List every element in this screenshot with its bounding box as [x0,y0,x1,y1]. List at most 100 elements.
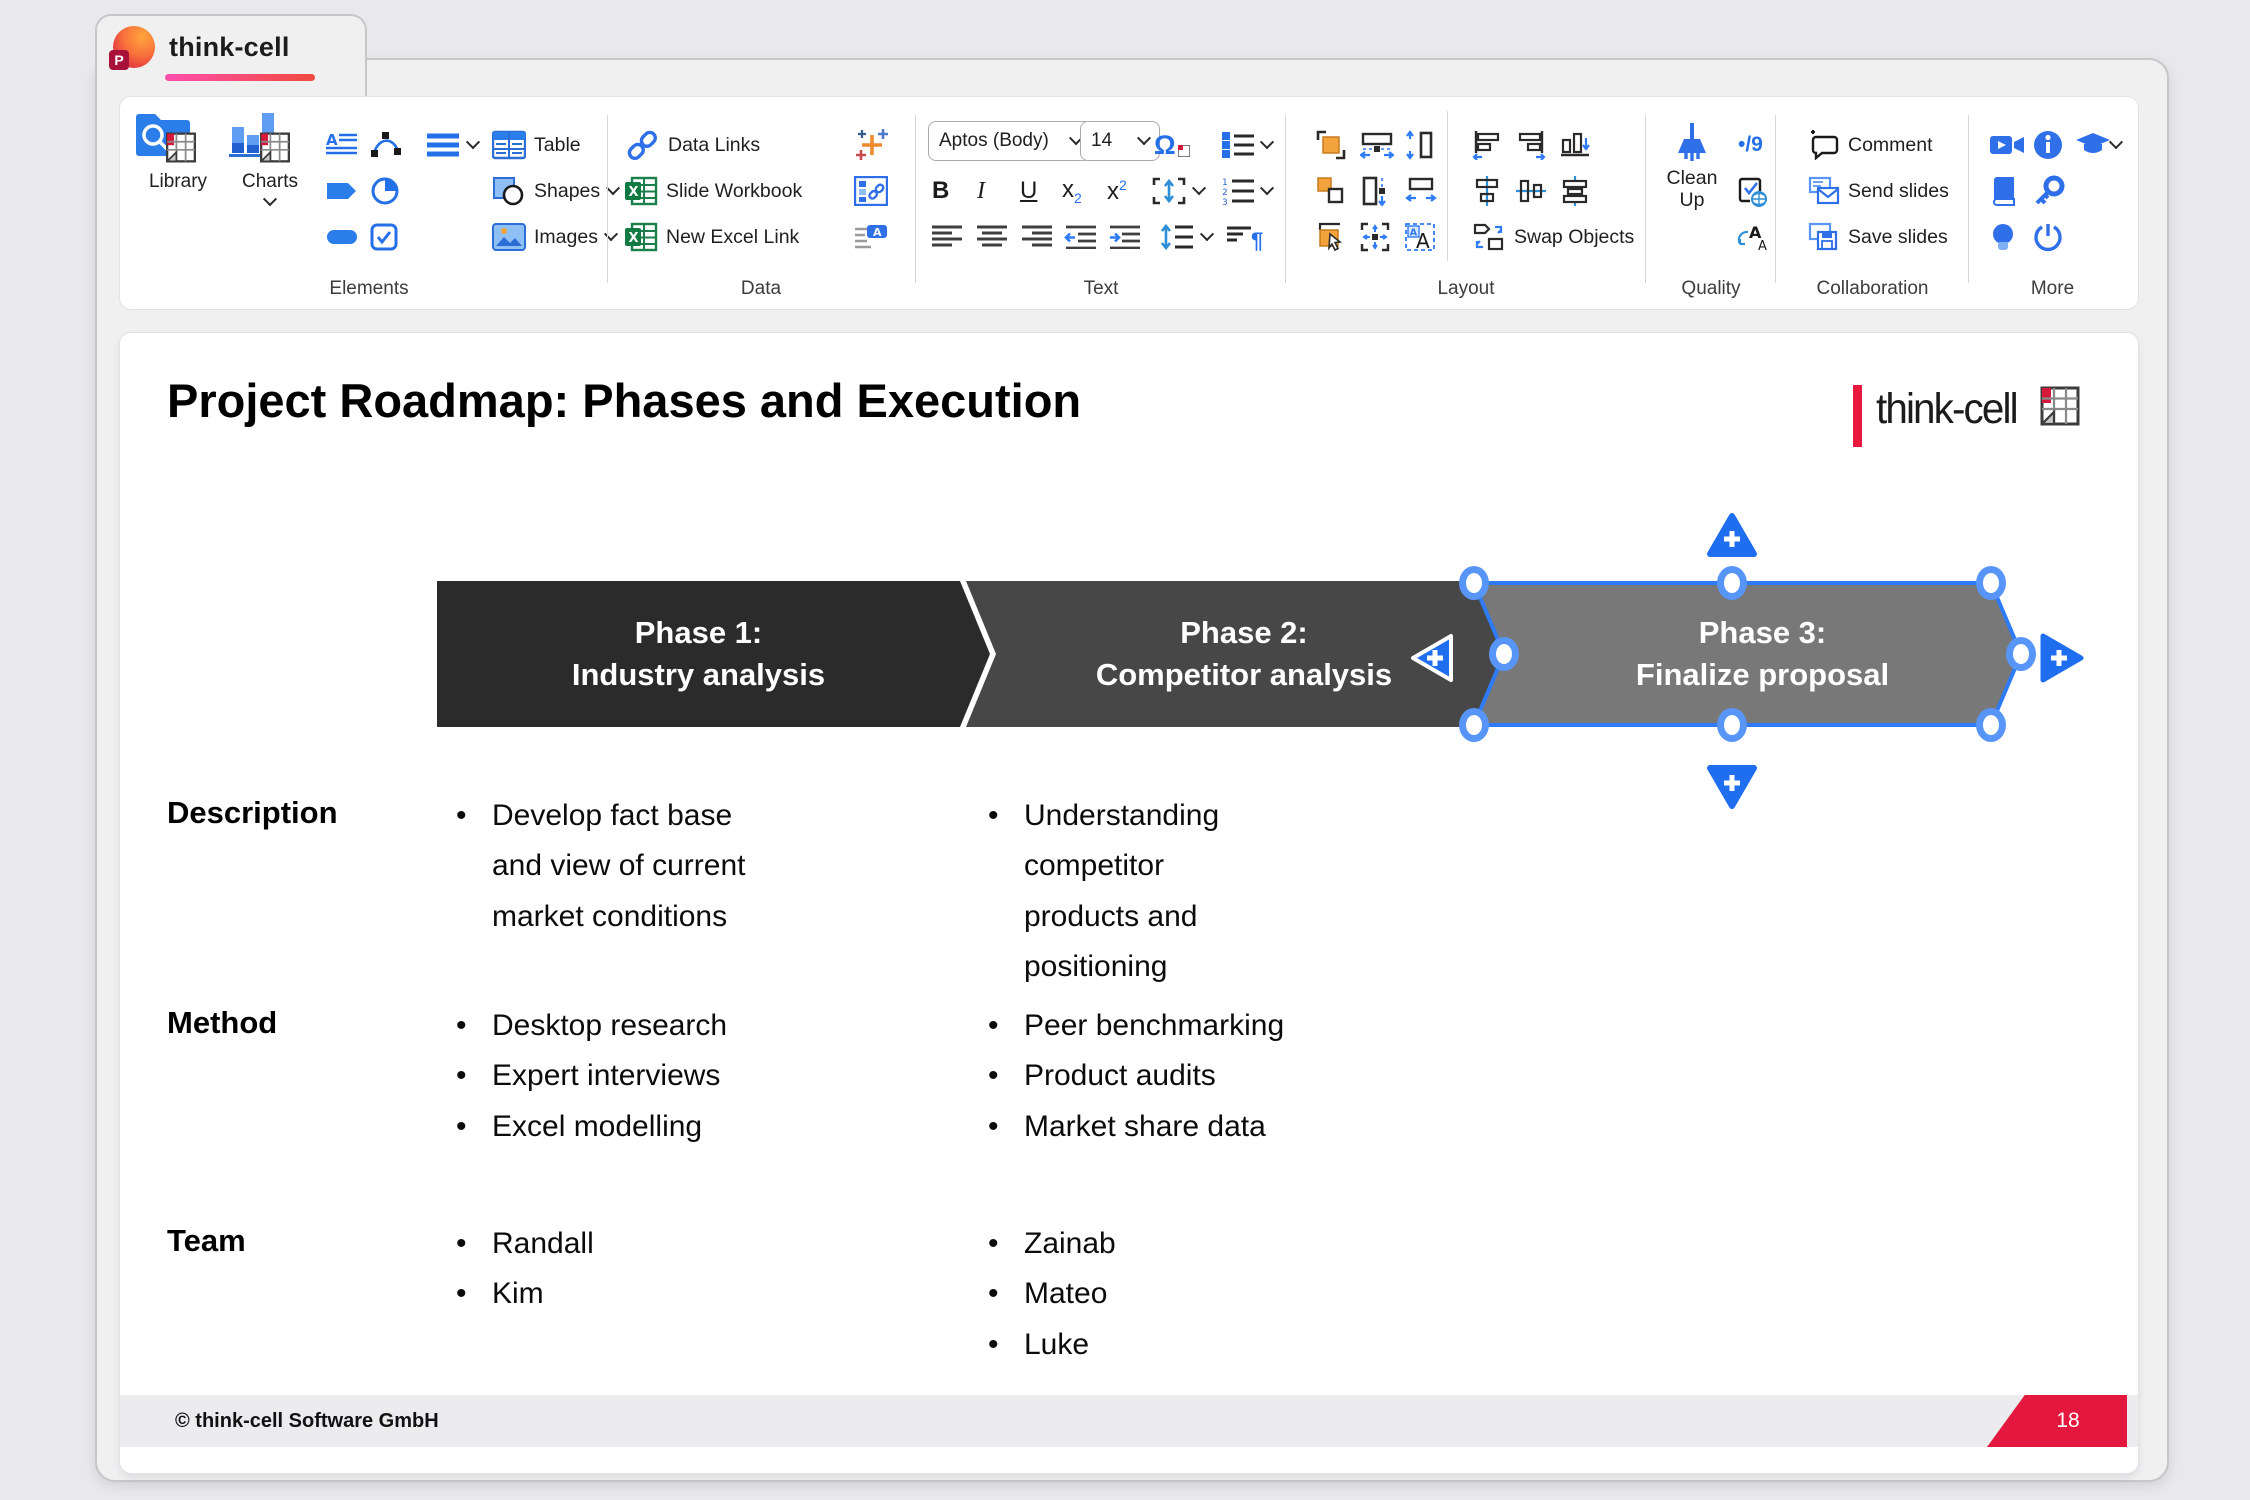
align-right-button[interactable] [1020,219,1052,255]
align-left-edges-button[interactable] [1472,127,1502,163]
pen-button[interactable] [370,127,402,163]
bold-button[interactable]: B [932,173,949,209]
row-label-description[interactable]: Description [167,795,338,831]
align-bottom-button[interactable] [1560,127,1590,163]
comment-button[interactable]: Comment [1808,127,1933,163]
charts-dropdown-chevron[interactable] [263,192,277,206]
tab-title: think-cell [169,32,290,63]
swap-objects-button[interactable]: Swap Objects [1472,219,1634,255]
phase-3-shape[interactable]: Phase 3: Finalize proposal [1472,579,2023,729]
fit-column-button[interactable] [1360,173,1394,209]
description-phase2-list[interactable]: Understanding competitor products and po… [982,791,1272,993]
clean-up-button[interactable]: Clean Up [1650,121,1734,212]
align-middle-v-button[interactable] [1516,173,1546,209]
indent-button[interactable] [1108,219,1142,255]
library-button[interactable]: Library [132,105,224,193]
bullet-list-button[interactable] [1222,127,1272,163]
copyright-text: © think-cell Software GmbH [175,1395,439,1447]
pie-button[interactable] [370,173,400,209]
row-label-team[interactable]: Team [167,1223,246,1259]
stretch-horizontal-button[interactable] [1404,173,1438,209]
distribute-button[interactable] [1560,173,1590,209]
selection-handle-bottom-mid[interactable] [1717,708,1747,742]
logo-red-bar [1853,385,1862,447]
align-center-button[interactable] [976,219,1008,255]
checkbox-button[interactable] [370,219,398,255]
proofing-button[interactable] [1736,173,1768,209]
send-slides-button[interactable]: Send slides [1808,173,1949,209]
textbox-button[interactable]: A A [1404,219,1436,255]
align-center-h-button[interactable] [1472,173,1502,209]
about-button[interactable] [2033,127,2063,163]
selection-handle-mid-left[interactable] [1489,637,1519,671]
text-box-button[interactable]: A [326,127,358,163]
video-tutorials-button[interactable] [1989,127,2025,163]
insert-left-button[interactable] [1408,631,1458,685]
insert-below-button[interactable] [1705,761,1759,811]
translate-button[interactable]: A A [1736,219,1770,255]
decimals-button[interactable]: •/9 [1738,127,1763,163]
underline-button[interactable]: U [1020,173,1037,209]
phase-1-shape[interactable]: Phase 1: Industry analysis [437,581,990,727]
selection-handle-top-left[interactable] [1459,566,1489,600]
user-manual-button[interactable] [1989,173,2019,209]
insert-above-button[interactable] [1705,511,1759,561]
method-phase1-list[interactable]: Desktop research Expert interviews Excel… [450,1001,810,1152]
rounded-rectangle-button[interactable] [326,219,358,255]
table-button[interactable]: Table [492,127,581,163]
selection-handle-mid-right[interactable] [2006,637,2036,671]
slide-workbook-button[interactable]: X Slide Workbook [624,173,802,209]
align-left-button[interactable] [932,219,964,255]
training-button[interactable] [2075,127,2111,163]
text-field-button[interactable]: A [854,219,888,255]
deactivate-button[interactable] [2033,219,2063,255]
agenda-button[interactable] [426,127,478,163]
line-spacing-button[interactable] [1160,219,1212,255]
row-label-method[interactable]: Method [167,1005,277,1041]
font-spacing-button[interactable] [1152,173,1204,209]
team-phase2-list[interactable]: Zainab Mateo Luke [982,1219,1342,1370]
license-key-button[interactable] [2033,173,2065,209]
font-select[interactable]: Aptos (Body) [928,123,1092,159]
distribute-icon [1560,176,1590,206]
superscript-button[interactable]: x2 [1107,173,1127,209]
move-button[interactable] [1360,219,1390,255]
font-size-select[interactable]: 14 [1080,123,1160,159]
process-button[interactable] [326,173,358,209]
team-phase1-list[interactable]: Randall Kim [450,1219,810,1320]
charts-button[interactable]: Charts [226,105,314,207]
tips-button[interactable] [1989,219,2017,255]
paragraph-button[interactable]: ¶ [1227,219,1263,255]
slide-canvas[interactable]: Project Roadmap: Phases and Execution th… [119,332,2139,1474]
workbook-link-button[interactable] [854,173,888,209]
method-phase2-list[interactable]: Peer benchmarking Product audits Market … [982,1001,1342,1152]
select-button[interactable] [1316,219,1346,255]
order-button[interactable] [1316,173,1346,209]
shapes-icon [492,176,526,206]
subscript-button[interactable]: x2 [1062,173,1082,209]
position-button[interactable] [1316,127,1346,163]
save-slides-button[interactable]: Save slides [1808,219,1948,255]
fit-height-button[interactable] [1404,127,1434,163]
selection-handle-bottom-right[interactable] [1976,708,2006,742]
data-links-button[interactable]: Data Links [624,127,760,163]
italic-button[interactable]: I [977,173,985,209]
new-excel-link-button[interactable]: X New Excel Link [624,219,799,255]
description-phase1-list[interactable]: Develop fact base and view of current ma… [450,791,770,942]
images-button[interactable]: Images [492,219,616,255]
selection-handle-top-mid[interactable] [1717,566,1747,600]
selection-handle-top-right[interactable] [1976,566,2006,600]
align-right-edges-button[interactable] [1516,127,1546,163]
more-dropdown-chevron[interactable] [2111,127,2121,163]
special-character-button[interactable]: Ω [1154,127,1190,163]
thinkcell-tab[interactable]: P think-cell [95,14,367,96]
sparkle-button[interactable] [854,127,890,163]
numbered-list-button[interactable]: 1 2 3 [1222,173,1272,209]
insert-right-button[interactable] [2036,631,2086,685]
group-data: Data Links X [616,97,906,309]
stretch-width-button[interactable] [1360,127,1394,163]
shapes-button[interactable]: Shapes [492,173,618,209]
selection-handle-bottom-left[interactable] [1459,708,1489,742]
outdent-button[interactable] [1064,219,1098,255]
slide-title[interactable]: Project Roadmap: Phases and Execution [167,373,1081,428]
